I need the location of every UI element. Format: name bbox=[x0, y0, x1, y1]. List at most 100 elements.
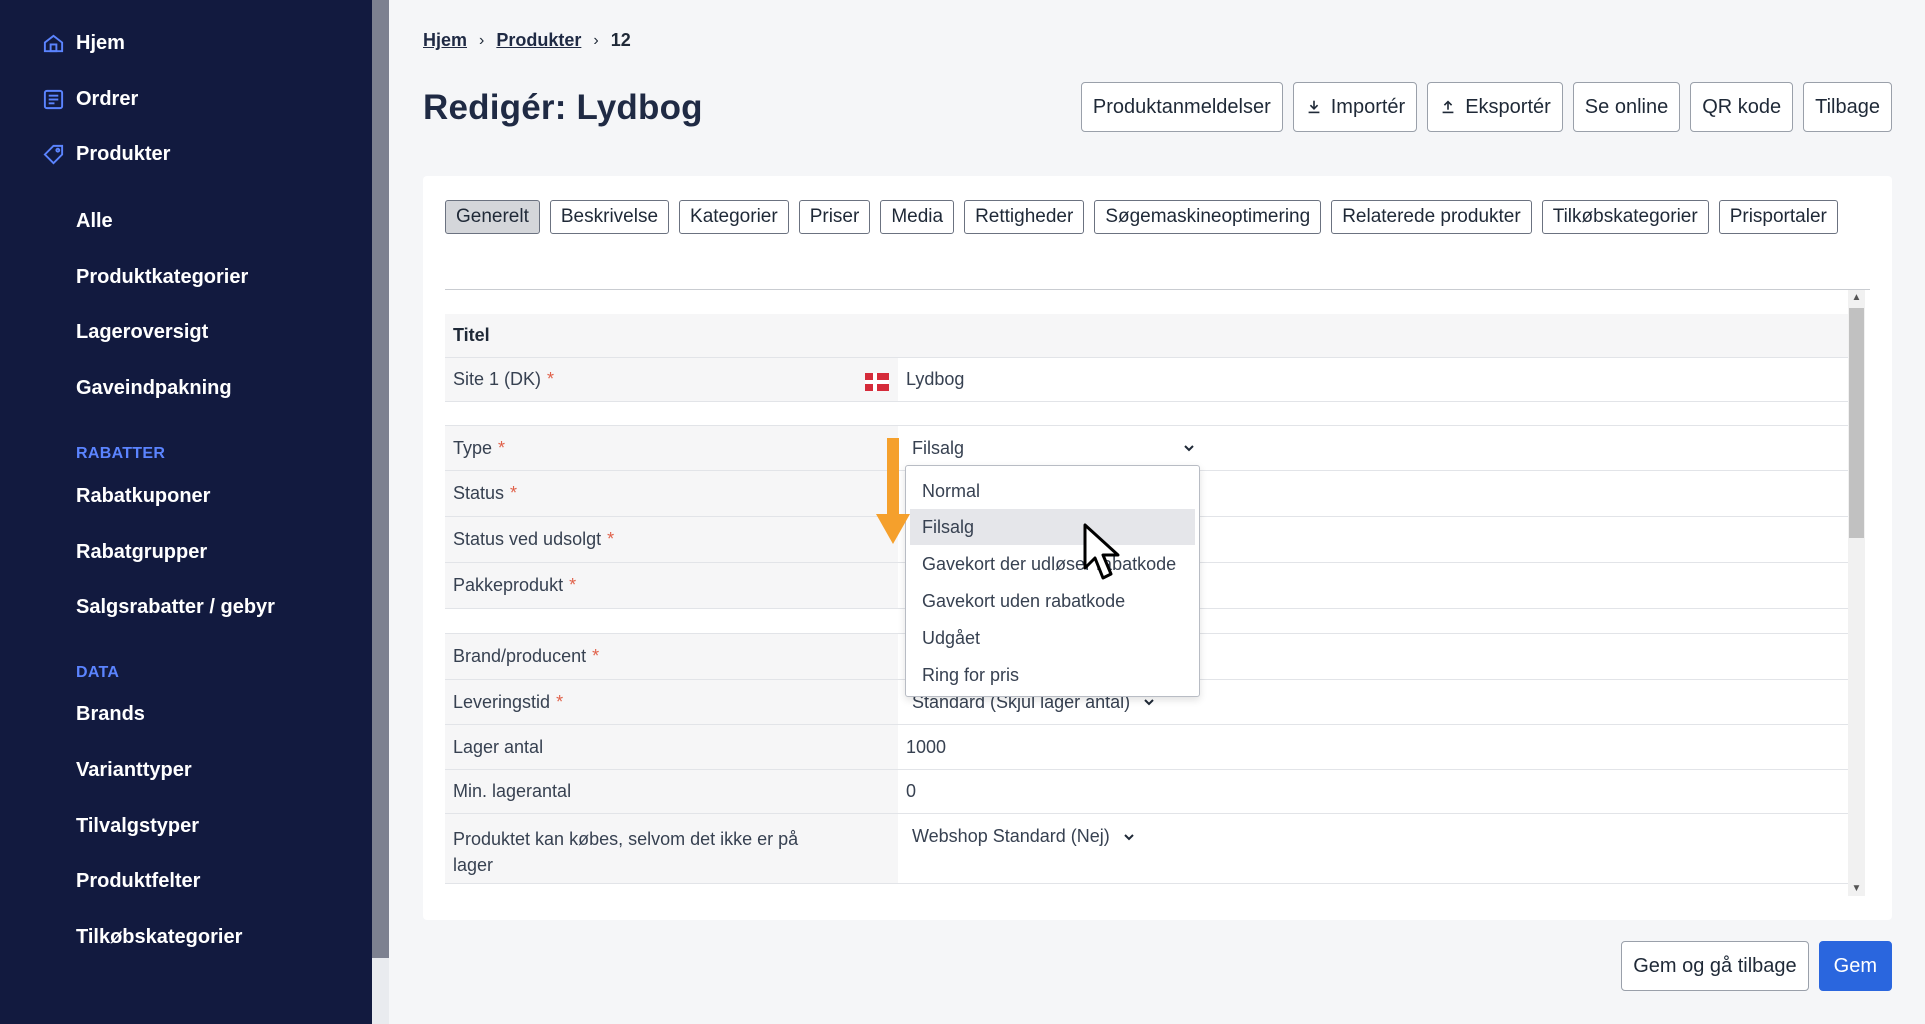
status-soldout-label: Status ved udsolgt * bbox=[445, 517, 898, 562]
nav-item-home[interactable]: Hjem bbox=[0, 23, 372, 63]
save-and-back-button[interactable]: Gem og gå tilbage bbox=[1621, 941, 1809, 991]
nav-label-coupons: Rabatkuponer bbox=[76, 484, 211, 507]
type-option-call-for-price[interactable]: Ring for pris bbox=[910, 657, 1195, 693]
type-dropdown-menu: Normal Filsalg Gavekort der udløser raba… bbox=[905, 465, 1200, 697]
chevron-down-icon bbox=[1124, 833, 1134, 840]
package-product-label-text: Pakkeprodukt bbox=[453, 575, 564, 595]
chevron-down-icon bbox=[1184, 445, 1194, 452]
type-select-display: Filsalg bbox=[906, 438, 1196, 459]
stock-input[interactable]: 1000 bbox=[906, 725, 1848, 769]
brand-label-text: Brand/producent bbox=[453, 646, 587, 666]
sidebar-scrollbar[interactable] bbox=[372, 0, 389, 1024]
required-marker: * bbox=[510, 483, 518, 503]
export-button[interactable]: Eksportér bbox=[1427, 82, 1563, 132]
min-stock-input[interactable]: 0 bbox=[906, 770, 1848, 813]
buy-out-of-stock-display: Webshop Standard (Nej) bbox=[906, 826, 1136, 847]
type-option-normal[interactable]: Normal bbox=[910, 473, 1195, 509]
nav-label-orders: Ordrer bbox=[76, 87, 139, 110]
type-label-text: Type bbox=[453, 437, 493, 458]
nav-label-sales-discounts: Salgsrabatter / gebyr bbox=[76, 595, 275, 618]
nav-label-home: Hjem bbox=[76, 31, 125, 54]
breadcrumb: Hjem › Produkter › 12 bbox=[423, 30, 631, 51]
nav-item-stock-overview[interactable]: Lageroversigt bbox=[0, 312, 372, 352]
tab-categories[interactable]: Kategorier bbox=[679, 200, 789, 234]
stock-label: Lager antal bbox=[445, 725, 898, 769]
delivery-time-label-text: Leveringstid bbox=[453, 691, 551, 712]
nav-item-product-fields[interactable]: Produktfelter bbox=[0, 861, 372, 901]
scroll-up-icon[interactable]: ▲ bbox=[1851, 292, 1862, 303]
nav-item-products[interactable]: Produkter bbox=[0, 134, 372, 174]
tab-description[interactable]: Beskrivelse bbox=[549, 200, 670, 234]
nav-section-data: DATA bbox=[76, 664, 120, 681]
back-button[interactable]: Tilbage bbox=[1803, 82, 1892, 132]
type-option-file-sale[interactable]: Filsalg bbox=[910, 509, 1195, 545]
brand-label: Brand/producent * bbox=[445, 634, 898, 679]
required-marker: * bbox=[592, 646, 600, 666]
sidebar-scrollbar-thumb[interactable] bbox=[372, 0, 389, 958]
upload-icon bbox=[1442, 100, 1454, 114]
toolbar: Produktanmeldelser Importér Eksportér Se… bbox=[1080, 82, 1892, 132]
min-stock-value: 0 bbox=[906, 781, 917, 801]
view-online-button[interactable]: Se online bbox=[1572, 82, 1681, 132]
tab-addon-categories[interactable]: Tilkøbskategorier bbox=[1541, 200, 1709, 234]
min-stock-row: Min. lagerantal 0 bbox=[445, 770, 1848, 814]
required-marker: * bbox=[498, 437, 506, 458]
list-icon bbox=[43, 89, 64, 110]
tab-related-products[interactable]: Relaterede produkter bbox=[1331, 200, 1532, 234]
buy-out-of-stock-select[interactable]: Webshop Standard (Nej) bbox=[906, 814, 1848, 883]
type-label: Type * bbox=[445, 426, 898, 470]
tab-price-portals[interactable]: Prisportaler bbox=[1718, 200, 1838, 234]
nav-item-sales-discounts[interactable]: Salgsrabatter / gebyr bbox=[0, 587, 372, 627]
nav-item-product-categories[interactable]: Produktkategorier bbox=[0, 257, 372, 297]
nav-item-coupons[interactable]: Rabatkuponer bbox=[0, 476, 372, 516]
export-label: Eksportér bbox=[1465, 95, 1551, 118]
nav-item-discount-groups[interactable]: Rabatgrupper bbox=[0, 532, 372, 572]
import-label: Importér bbox=[1330, 95, 1406, 118]
type-option-giftcard-with-code[interactable]: Gavekort der udløser rabatkode bbox=[910, 546, 1195, 582]
tab-bar: Generelt Beskrivelse Kategorier Priser M… bbox=[445, 200, 1870, 234]
buy-out-of-stock-value: Webshop Standard (Nej) bbox=[912, 826, 1110, 846]
type-select[interactable]: Filsalg bbox=[906, 426, 1848, 470]
type-option-discontinued[interactable]: Udgået bbox=[910, 620, 1195, 656]
tab-general[interactable]: Generelt bbox=[445, 200, 540, 234]
tab-seo[interactable]: Søgemaskineoptimering bbox=[1094, 200, 1322, 234]
tab-media[interactable]: Media bbox=[880, 200, 955, 234]
nav-item-brands[interactable]: Brands bbox=[0, 694, 372, 734]
breadcrumb-current: 12 bbox=[610, 30, 631, 50]
form-scrollbar-thumb[interactable] bbox=[1849, 308, 1864, 538]
nav-label-products: Produkter bbox=[76, 142, 171, 165]
buy-out-of-stock-row: Produktet kan købes, selvom det ikke er … bbox=[445, 814, 1848, 884]
required-marker: * bbox=[569, 575, 577, 595]
nav-item-all[interactable]: Alle bbox=[0, 201, 372, 241]
site-title-row: Site 1 (DK) * Lydbog bbox=[445, 358, 1848, 402]
site-title-input[interactable]: Lydbog bbox=[906, 358, 1848, 401]
nav-item-gift-wrap[interactable]: Gaveindpakning bbox=[0, 368, 372, 408]
stock-row: Lager antal 1000 bbox=[445, 725, 1848, 770]
save-label: Gem bbox=[1833, 954, 1877, 977]
nav-item-variant-types[interactable]: Varianttyper bbox=[0, 750, 372, 790]
required-marker: * bbox=[556, 691, 564, 712]
breadcrumb-products-link[interactable]: Produkter bbox=[496, 30, 581, 51]
tab-prices[interactable]: Priser bbox=[798, 200, 871, 234]
scroll-down-icon[interactable]: ▼ bbox=[1851, 883, 1862, 894]
type-option-giftcard-without-code[interactable]: Gavekort uden rabatkode bbox=[910, 583, 1195, 619]
nav-item-orders[interactable]: Ordrer bbox=[0, 79, 372, 119]
import-button[interactable]: Importér bbox=[1292, 82, 1418, 132]
chevron-right-icon: › bbox=[593, 31, 599, 49]
product-reviews-button[interactable]: Produktanmeldelser bbox=[1080, 82, 1283, 132]
breadcrumb-home-link[interactable]: Hjem bbox=[423, 30, 467, 51]
qr-code-button[interactable]: QR kode bbox=[1690, 82, 1794, 132]
form-scrollbar[interactable]: ▲ ▼ bbox=[1848, 290, 1865, 896]
nav-item-option-types[interactable]: Tilvalgstyper bbox=[0, 806, 372, 846]
tag-icon bbox=[43, 144, 64, 165]
nav-item-addon-categories[interactable]: Tilkøbskategorier bbox=[0, 917, 372, 957]
status-soldout-label-text: Status ved udsolgt bbox=[453, 529, 602, 549]
mouse-cursor-icon bbox=[1083, 523, 1120, 580]
save-button[interactable]: Gem bbox=[1818, 941, 1892, 991]
home-icon bbox=[43, 34, 64, 53]
site-title-label-text: Site 1 (DK) bbox=[453, 369, 542, 389]
status-label: Status * bbox=[445, 471, 898, 516]
buy-out-of-stock-label: Produktet kan købes, selvom det ikke er … bbox=[445, 814, 898, 883]
site-title-value: Lydbog bbox=[906, 369, 965, 389]
tab-permissions[interactable]: Rettigheder bbox=[964, 200, 1085, 234]
